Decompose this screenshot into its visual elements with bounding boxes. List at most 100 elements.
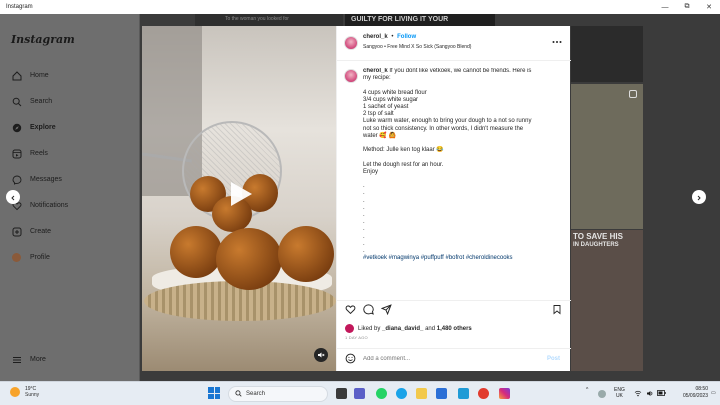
battery-icon[interactable] (657, 390, 666, 398)
chevron-left-icon (10, 188, 16, 206)
caption-line: . (363, 248, 365, 255)
sidebar-item-create[interactable]: Create (11, 226, 51, 237)
audio-track-link[interactable]: Sangyoo • Free Mind X So Sick (Sangyoo B… (363, 44, 471, 50)
sidebar-item-label: Explore (30, 124, 56, 131)
weather-widget[interactable]: 19°C Sunny (10, 386, 39, 398)
caption-avatar[interactable] (344, 69, 358, 83)
caption-line: . (363, 219, 365, 226)
whatsapp-icon[interactable] (376, 388, 387, 399)
instagram-app-icon[interactable] (499, 388, 510, 399)
speaker-muted-icon (317, 346, 325, 364)
sidebar-item-reels[interactable]: Reels (11, 148, 48, 159)
sidebar-item-home[interactable]: Home (11, 70, 49, 81)
likes-summary: Liked by _diana_david_ and 1,480 others (345, 324, 472, 333)
send-icon (380, 302, 392, 320)
app-l-icon[interactable] (458, 388, 469, 399)
sidebar-item-search[interactable]: Search (11, 96, 52, 107)
ellipsis-icon (552, 36, 562, 46)
feed-tile[interactable] (571, 26, 643, 82)
caption-text: If you dont like vetkoek, we cannot be f… (387, 68, 532, 74)
search-icon (235, 389, 242, 399)
caption-hashtags[interactable]: #vetkoek #magwinya #puffpuff #bofrot #ch… (363, 255, 563, 262)
share-button[interactable] (380, 302, 392, 320)
post-actions (337, 300, 571, 322)
liked-by-prefix: Liked by (358, 325, 381, 332)
taskbar-clock[interactable]: 08:50 05/09/2023 (668, 386, 708, 400)
post-video[interactable] (142, 26, 336, 371)
more-options-button[interactable] (552, 36, 562, 46)
emoji-icon (345, 351, 356, 369)
feed-tile[interactable]: TO SAVE HIS IN DAUGHTERS (571, 230, 643, 371)
sidebar-item-more[interactable]: More (11, 354, 46, 365)
feed-tile-text[interactable]: To the woman you looked for (195, 14, 343, 26)
follow-button[interactable]: Follow (397, 34, 416, 40)
comment-input[interactable] (363, 356, 533, 362)
play-icon (228, 180, 254, 213)
store-icon[interactable] (436, 388, 447, 399)
feed-tile[interactable] (571, 84, 643, 229)
caption-line: not so thick consistency. In other words… (363, 125, 524, 132)
clock-date: 05/09/2023 (682, 393, 708, 399)
post-caption: cherol_k If you dont like vetkoek, we ca… (363, 68, 563, 296)
maximize-button[interactable]: ⧉ (676, 3, 698, 11)
sidebar-item-messages[interactable]: Messages (11, 174, 62, 185)
comment-button[interactable] (362, 304, 374, 317)
caption-username[interactable]: cherol_k (363, 68, 388, 74)
sidebar-item-profile[interactable]: Profile (11, 252, 50, 263)
like-button[interactable] (344, 305, 356, 317)
separator-dot: • (391, 34, 394, 40)
minimize-button[interactable]: — (654, 4, 676, 11)
feed-tile-text[interactable]: GUILTY FOR LIVING IT YOUR (345, 14, 495, 26)
caption-line: 3/4 cups white sugar (363, 96, 419, 103)
opera-icon[interactable] (478, 388, 489, 399)
feed-tile-caption: IN DAUGHTERS (573, 242, 619, 248)
chevron-up-icon[interactable]: ^ (586, 387, 588, 393)
file-explorer-icon[interactable] (416, 388, 427, 399)
sidebar-item-label: Search (30, 98, 53, 105)
sidebar-item-label: Create (30, 228, 52, 235)
save-button[interactable] (551, 305, 563, 317)
post-comment-button[interactable]: Post (547, 356, 560, 362)
volume-icon[interactable] (646, 390, 654, 399)
sidebar-item-notifications[interactable]: Notifications (11, 200, 68, 211)
heart-icon (345, 302, 356, 320)
sidebar-item-explore[interactable]: Explore (11, 122, 56, 133)
feed-tile-caption: To the woman you looked for (225, 16, 289, 22)
caption-line: 4 cups white bread flour (363, 89, 427, 96)
caption-line: Enjoy (363, 168, 379, 175)
author-username[interactable]: cherol_k (363, 34, 388, 40)
caption-line: . (363, 197, 365, 204)
hamburger-icon (11, 354, 22, 365)
post-timestamp[interactable]: 1 DAY AGO (345, 335, 368, 340)
weather-desc: Sunny (25, 392, 40, 398)
caption-line: . (363, 240, 365, 247)
caption-line: water 🥰 🙆 (363, 132, 396, 139)
plus-square-icon (11, 226, 22, 237)
cloud-icon[interactable] (598, 390, 606, 398)
notification-center-icon[interactable]: ▭ (711, 390, 716, 396)
previous-post-button[interactable] (6, 190, 20, 204)
caption-line (363, 176, 563, 183)
taskbar-search[interactable]: Search (228, 386, 328, 402)
likes-count[interactable]: 1,480 others (437, 326, 472, 332)
sidebar-item-label: Reels (30, 150, 48, 157)
mute-button[interactable] (314, 348, 328, 362)
windows-logo-icon (208, 387, 214, 393)
chat-app-icon[interactable] (354, 388, 365, 399)
wifi-icon[interactable] (634, 390, 642, 399)
instagram-logo[interactable]: Instagram (11, 33, 75, 46)
author-avatar[interactable] (344, 36, 358, 50)
vetkoek-image (216, 228, 282, 290)
close-window-button[interactable]: ✕ (698, 3, 720, 11)
caption-line (363, 82, 563, 89)
emoji-button[interactable] (344, 351, 356, 369)
edge-icon[interactable] (396, 388, 407, 399)
next-post-button[interactable] (692, 190, 706, 204)
task-view-icon[interactable] (336, 388, 347, 399)
liked-by-user[interactable]: _diana_david_ (382, 326, 423, 332)
sidebar: Instagram Home Search Explore Reels Mess… (0, 14, 140, 381)
language-indicator[interactable]: ENG UK (614, 387, 625, 399)
play-button[interactable] (226, 181, 256, 211)
start-button[interactable] (208, 387, 220, 399)
taskbar-search-label: Search (246, 391, 266, 397)
